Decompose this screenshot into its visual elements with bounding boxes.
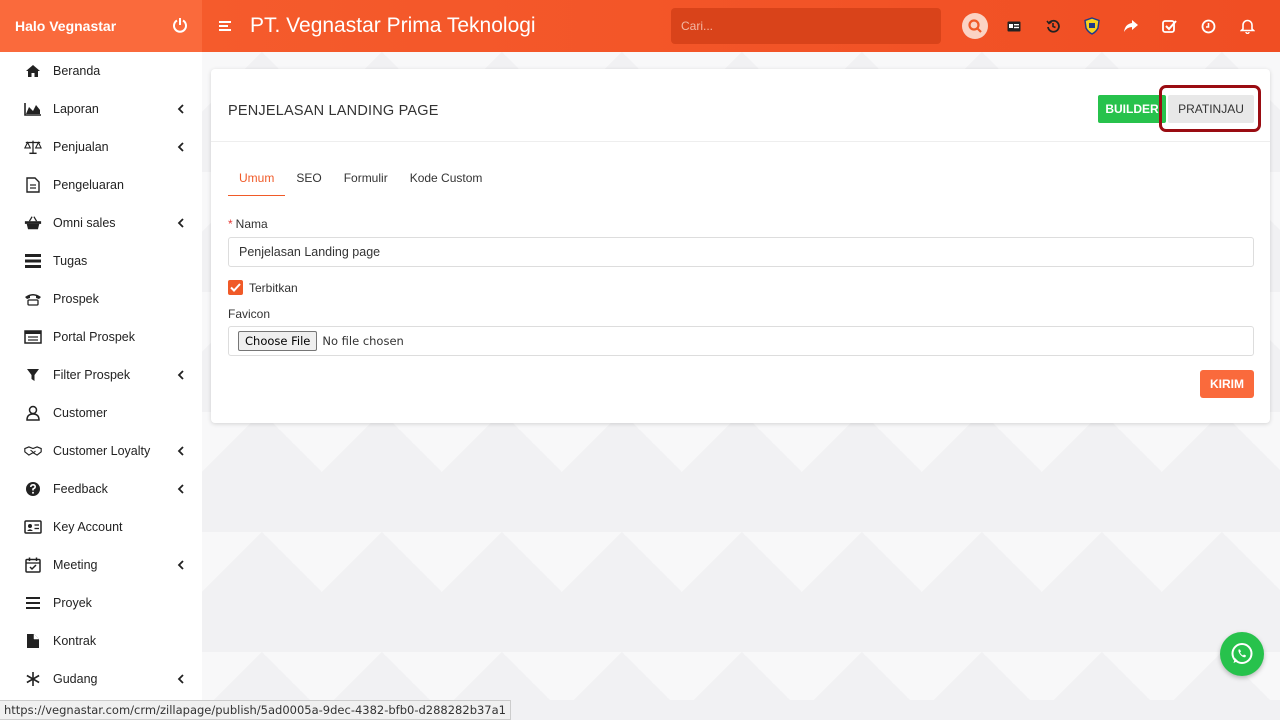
handshake-icon (24, 442, 42, 460)
page-title: PENJELASAN LANDING PAGE (228, 103, 439, 119)
window-icon (24, 328, 42, 346)
calendar-check-icon (24, 556, 42, 574)
tab-formulir[interactable]: Formulir (333, 160, 399, 196)
document-icon (24, 176, 42, 194)
share-icon[interactable] (1111, 0, 1150, 52)
scale-icon (24, 138, 42, 156)
id-card-icon[interactable] (994, 0, 1033, 52)
sidebar-item-gudang[interactable]: Gudang (0, 660, 202, 698)
sidebar-item-filter-prospek[interactable]: Filter Prospek (0, 356, 202, 394)
no-file-text: No file chosen (322, 334, 404, 348)
sidebar-item-tugas[interactable]: Tugas (0, 242, 202, 280)
clock-icon[interactable] (1189, 0, 1228, 52)
contact-card-icon (24, 518, 42, 536)
submit-button[interactable]: KIRIM (1200, 370, 1254, 398)
tab-umum[interactable]: Umum (228, 160, 286, 196)
shield-icon[interactable] (1072, 0, 1111, 52)
user-icon (24, 404, 42, 422)
chevron-left-icon (175, 445, 187, 457)
tab-bar: Umum SEO Formulir Kode Custom (228, 160, 493, 196)
chevron-left-icon (175, 103, 187, 115)
publish-label: Terbitkan (249, 281, 298, 295)
list-icon (24, 594, 42, 612)
search-input[interactable]: Cari... (671, 8, 941, 44)
phone-icon (24, 290, 42, 308)
sidebar-item-customer-loyalty[interactable]: Customer Loyalty (0, 432, 202, 470)
bell-icon[interactable] (1228, 0, 1267, 52)
main-content: PENJELASAN LANDING PAGE BUILDER PRATINJA… (202, 52, 1280, 700)
sidebar-item-kontrak[interactable]: Kontrak (0, 622, 202, 660)
sidebar-item-key-account[interactable]: Key Account (0, 508, 202, 546)
sidebar-item-feedback[interactable]: Feedback (0, 470, 202, 508)
landing-page-card: PENJELASAN LANDING PAGE BUILDER PRATINJA… (211, 69, 1270, 423)
chevron-left-icon (175, 369, 187, 381)
area-chart-icon (24, 100, 42, 118)
chevron-left-icon (175, 217, 187, 229)
sidebar-item-proyek[interactable]: Proyek (0, 584, 202, 622)
sidebar-item-prospek[interactable]: Prospek (0, 280, 202, 318)
history-icon[interactable] (1033, 0, 1072, 52)
filter-icon (24, 366, 42, 384)
question-icon (24, 480, 42, 498)
home-icon (24, 62, 42, 80)
chevron-left-icon (175, 673, 187, 685)
divider (211, 141, 1270, 142)
tasks-icon (24, 252, 42, 270)
sidebar: Beranda Laporan Penjualan Pengeluaran Om… (0, 52, 202, 700)
chevron-left-icon (175, 559, 187, 571)
power-icon[interactable] (172, 17, 188, 36)
favicon-file-input[interactable]: Choose File No file chosen (228, 326, 1254, 356)
basket-icon (24, 214, 42, 232)
tab-kode-custom[interactable]: Kode Custom (399, 160, 494, 196)
top-icons (955, 0, 1267, 52)
company-name: PT. Vegnastar Prima Teknologi (250, 14, 536, 37)
sidebar-item-portal-prospek[interactable]: Portal Prospek (0, 318, 202, 356)
name-label: * Nama (228, 217, 268, 231)
top-bar: Halo Vegnastar PT. Vegnastar Prima Tekno… (0, 0, 1280, 52)
status-url: https://vegnastar.com/crm/zillapage/publ… (0, 700, 511, 720)
top-bar-right: PT. Vegnastar Prima Teknologi Cari... (202, 0, 1280, 52)
menu-toggle-icon[interactable] (202, 0, 250, 52)
tab-seo[interactable]: SEO (285, 160, 332, 196)
builder-button[interactable]: BUILDER (1098, 95, 1166, 123)
chevron-left-icon (175, 141, 187, 153)
whatsapp-icon[interactable] (1220, 632, 1264, 676)
sidebar-item-laporan[interactable]: Laporan (0, 90, 202, 128)
file-icon (24, 632, 42, 650)
greeting: Halo Vegnastar (15, 18, 117, 34)
sidebar-item-customer[interactable]: Customer (0, 394, 202, 432)
required-mark: * (228, 217, 233, 231)
sidebar-item-beranda[interactable]: Beranda (0, 52, 202, 90)
choose-file-button[interactable]: Choose File (238, 331, 318, 351)
sidebar-item-omni-sales[interactable]: Omni sales (0, 204, 202, 242)
favicon-label: Favicon (228, 307, 271, 321)
preview-highlight-box (1159, 85, 1261, 132)
sidebar-item-penjualan[interactable]: Penjualan (0, 128, 202, 166)
name-field[interactable]: Penjelasan Landing page (228, 237, 1254, 267)
sidebar-item-pengeluaran[interactable]: Pengeluaran (0, 166, 202, 204)
sidebar-item-meeting[interactable]: Meeting (0, 546, 202, 584)
check-square-icon[interactable] (1150, 0, 1189, 52)
snowflake-icon (24, 670, 42, 688)
search-icon[interactable] (955, 0, 994, 52)
chevron-left-icon (175, 483, 187, 495)
publish-checkbox[interactable] (228, 280, 243, 295)
top-bar-left: Halo Vegnastar (0, 0, 202, 52)
